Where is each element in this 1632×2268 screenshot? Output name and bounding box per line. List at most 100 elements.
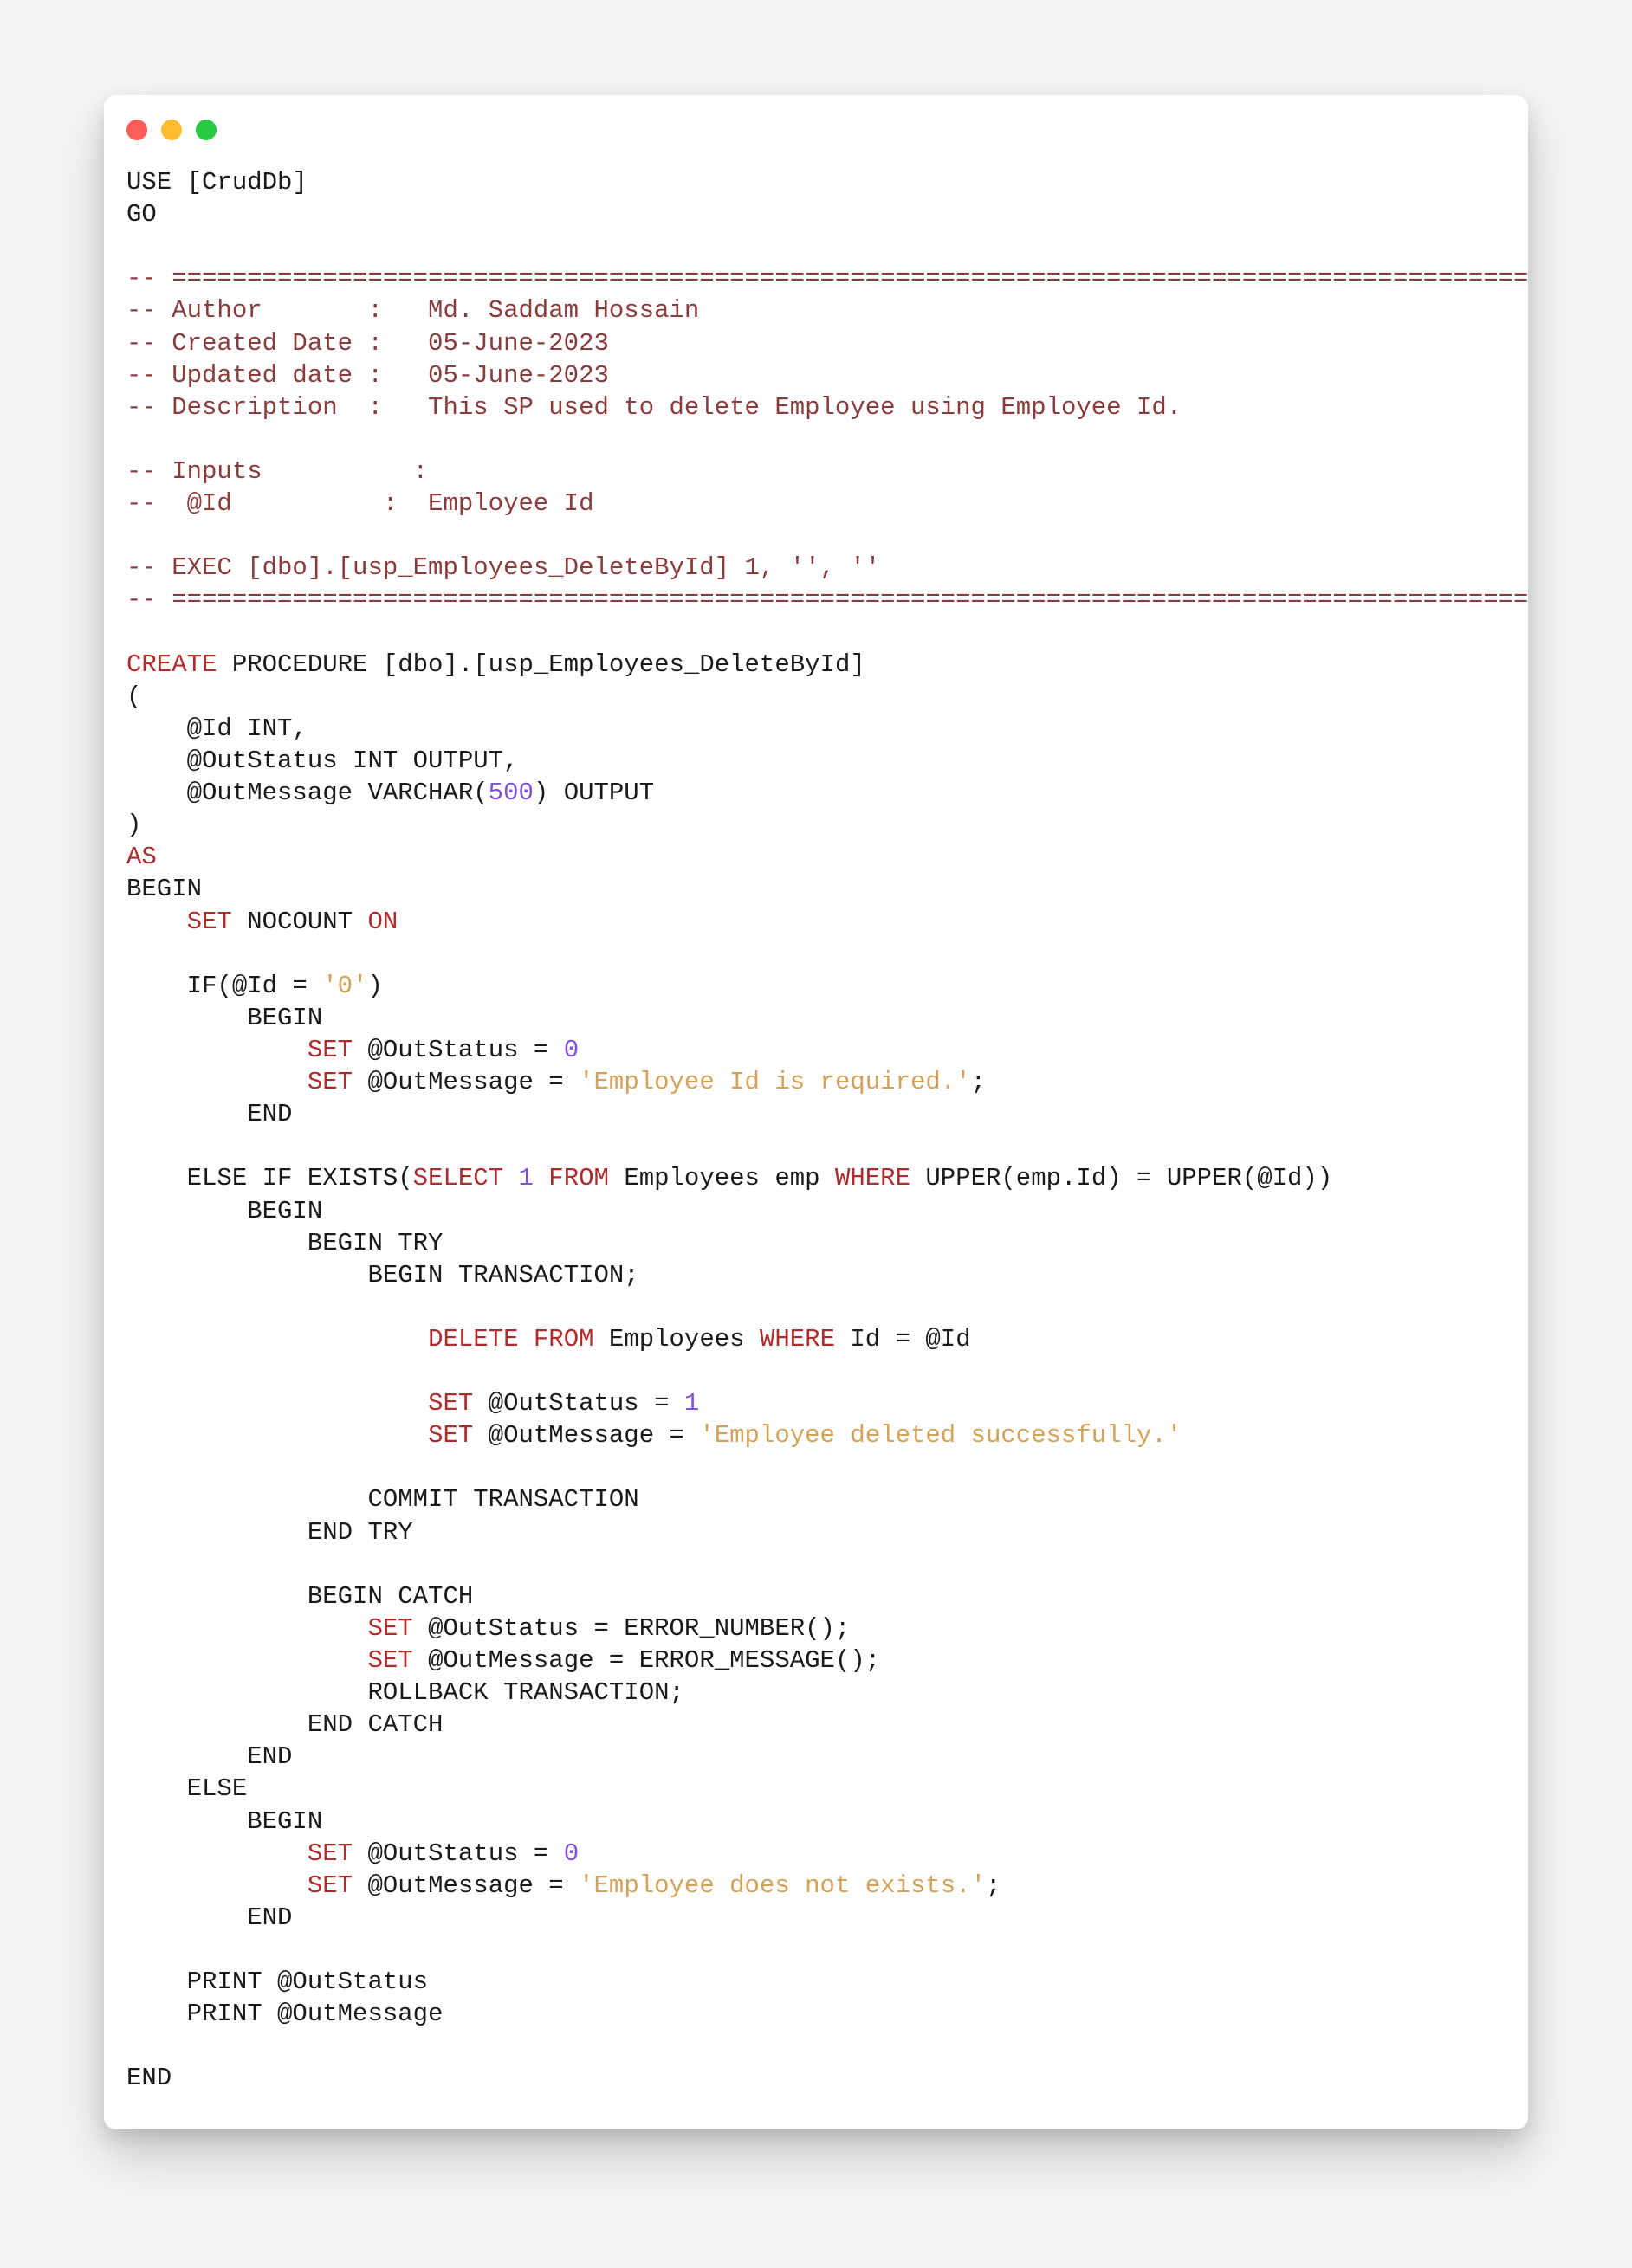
code-token: -- Author : Md. Saddam Hossain	[126, 296, 699, 325]
code-token: @OutMessage =	[353, 1068, 579, 1096]
code-token: -- Inputs :	[126, 457, 428, 486]
code-token: FROM	[534, 1325, 594, 1354]
window-titlebar	[104, 120, 1528, 166]
code-token: @Id INT,	[126, 714, 308, 743]
code-token	[126, 1871, 308, 1900]
code-token	[126, 1421, 428, 1450]
zoom-icon[interactable]	[196, 120, 217, 140]
code-token: SET	[428, 1421, 473, 1450]
code-token: USE [CrudDb]	[126, 168, 308, 197]
code-token: IF(@Id =	[126, 972, 322, 1000]
code-token: )	[367, 972, 382, 1000]
code-token: COMMIT TRANSACTION	[126, 1485, 639, 1514]
code-token	[126, 1068, 308, 1096]
code-token: @OutStatus = ERROR_NUMBER();	[413, 1614, 851, 1643]
code-token	[126, 1389, 428, 1418]
code-token: -- EXEC [dbo].[usp_Employees_DeleteById]…	[126, 553, 880, 582]
code-token: SET	[308, 1036, 353, 1064]
code-token: END TRY	[126, 1518, 413, 1547]
code-token	[518, 1325, 533, 1354]
code-window: USE [CrudDb] GO -- =====================…	[104, 95, 1528, 2129]
code-token: -- =====================================…	[126, 264, 1528, 293]
code-token: ELSE IF EXISTS(	[126, 1164, 413, 1192]
code-token: END	[126, 1742, 292, 1771]
code-token: SET	[308, 1871, 353, 1900]
code-token	[534, 1164, 548, 1192]
code-token: END	[126, 1903, 292, 1932]
code-token: PRINT @OutMessage	[126, 2000, 443, 2028]
code-token: 0	[564, 1839, 579, 1868]
code-token	[126, 1614, 367, 1643]
code-token: GO	[126, 200, 157, 229]
code-token: Employees	[594, 1325, 760, 1354]
code-token: Id = @Id	[835, 1325, 971, 1354]
code-token: SET	[308, 1839, 353, 1868]
code-token	[126, 908, 187, 936]
code-token	[503, 1164, 518, 1192]
code-token: SET	[428, 1389, 473, 1418]
code-token: @OutMessage =	[473, 1421, 699, 1450]
code-token: '0'	[322, 972, 367, 1000]
code-token: -- =====================================…	[126, 585, 1528, 614]
code-token: END	[126, 1100, 292, 1128]
code-token: PRINT @OutStatus	[126, 1968, 428, 1996]
code-token: END CATCH	[126, 1710, 443, 1739]
code-token: DELETE	[428, 1325, 518, 1354]
code-token: 1	[518, 1164, 533, 1192]
code-token: BEGIN	[126, 1807, 322, 1836]
code-token: BEGIN TRANSACTION;	[126, 1261, 639, 1289]
code-token: -- Updated date : 05-June-2023	[126, 361, 609, 390]
code-token: CREATE	[126, 650, 217, 679]
code-token: 'Employee deleted successfully.'	[699, 1421, 1182, 1450]
code-token: NOCOUNT	[232, 908, 368, 936]
code-token: ELSE	[126, 1774, 247, 1803]
code-token: @OutMessage = ERROR_MESSAGE();	[413, 1646, 881, 1675]
code-token: WHERE	[835, 1164, 910, 1192]
code-token: END	[126, 2064, 172, 2092]
code-token: )	[126, 811, 141, 839]
code-token: BEGIN	[126, 1197, 322, 1225]
code-token: WHERE	[760, 1325, 835, 1354]
code-token: -- @Id : Employee Id	[126, 489, 594, 518]
code-token: FROM	[548, 1164, 609, 1192]
code-token: BEGIN TRY	[126, 1229, 443, 1257]
code-token: 0	[564, 1036, 579, 1064]
code-token: ) OUTPUT	[534, 779, 654, 807]
code-token	[126, 1036, 308, 1064]
code-token: AS	[126, 843, 157, 871]
code-token: 1	[684, 1389, 699, 1418]
code-token: 'Employee does not exists.'	[579, 1871, 986, 1900]
code-token: ;	[986, 1871, 1001, 1900]
code-token: @OutStatus =	[353, 1839, 564, 1868]
code-token: @OutStatus =	[473, 1389, 684, 1418]
code-token: UPPER(emp.Id) = UPPER(@Id))	[910, 1164, 1332, 1192]
code-token: SET	[367, 1614, 412, 1643]
code-token: 'Employee Id is required.'	[579, 1068, 970, 1096]
code-token: @OutMessage =	[353, 1871, 579, 1900]
code-token: ROLLBACK TRANSACTION;	[126, 1678, 684, 1707]
code-token: BEGIN CATCH	[126, 1582, 473, 1611]
code-token: @OutStatus INT OUTPUT,	[126, 746, 518, 775]
code-token	[126, 1325, 428, 1354]
code-token	[126, 1839, 308, 1868]
code-token: Employees emp	[609, 1164, 835, 1192]
code-token: BEGIN	[126, 875, 202, 903]
code-token: @OutMessage VARCHAR(	[126, 779, 489, 807]
code-token: (	[126, 682, 141, 711]
code-token: @OutStatus =	[353, 1036, 564, 1064]
code-token: SET	[367, 1646, 412, 1675]
code-token: SELECT	[413, 1164, 503, 1192]
page: USE [CrudDb] GO -- =====================…	[0, 0, 1632, 2268]
code-token: SET	[187, 908, 232, 936]
code-token: 500	[489, 779, 534, 807]
close-icon[interactable]	[126, 120, 147, 140]
minimize-icon[interactable]	[161, 120, 182, 140]
code-token	[126, 1646, 367, 1675]
code-block: USE [CrudDb] GO -- =====================…	[104, 166, 1528, 2095]
code-token: PROCEDURE [dbo].[usp_Employees_DeleteByI…	[217, 650, 865, 679]
code-token: -- Created Date : 05-June-2023	[126, 329, 609, 358]
code-token: -- Description : This SP used to delete …	[126, 393, 1182, 422]
code-token: BEGIN	[126, 1004, 322, 1032]
code-token: ;	[971, 1068, 986, 1096]
code-token: ON	[367, 908, 398, 936]
